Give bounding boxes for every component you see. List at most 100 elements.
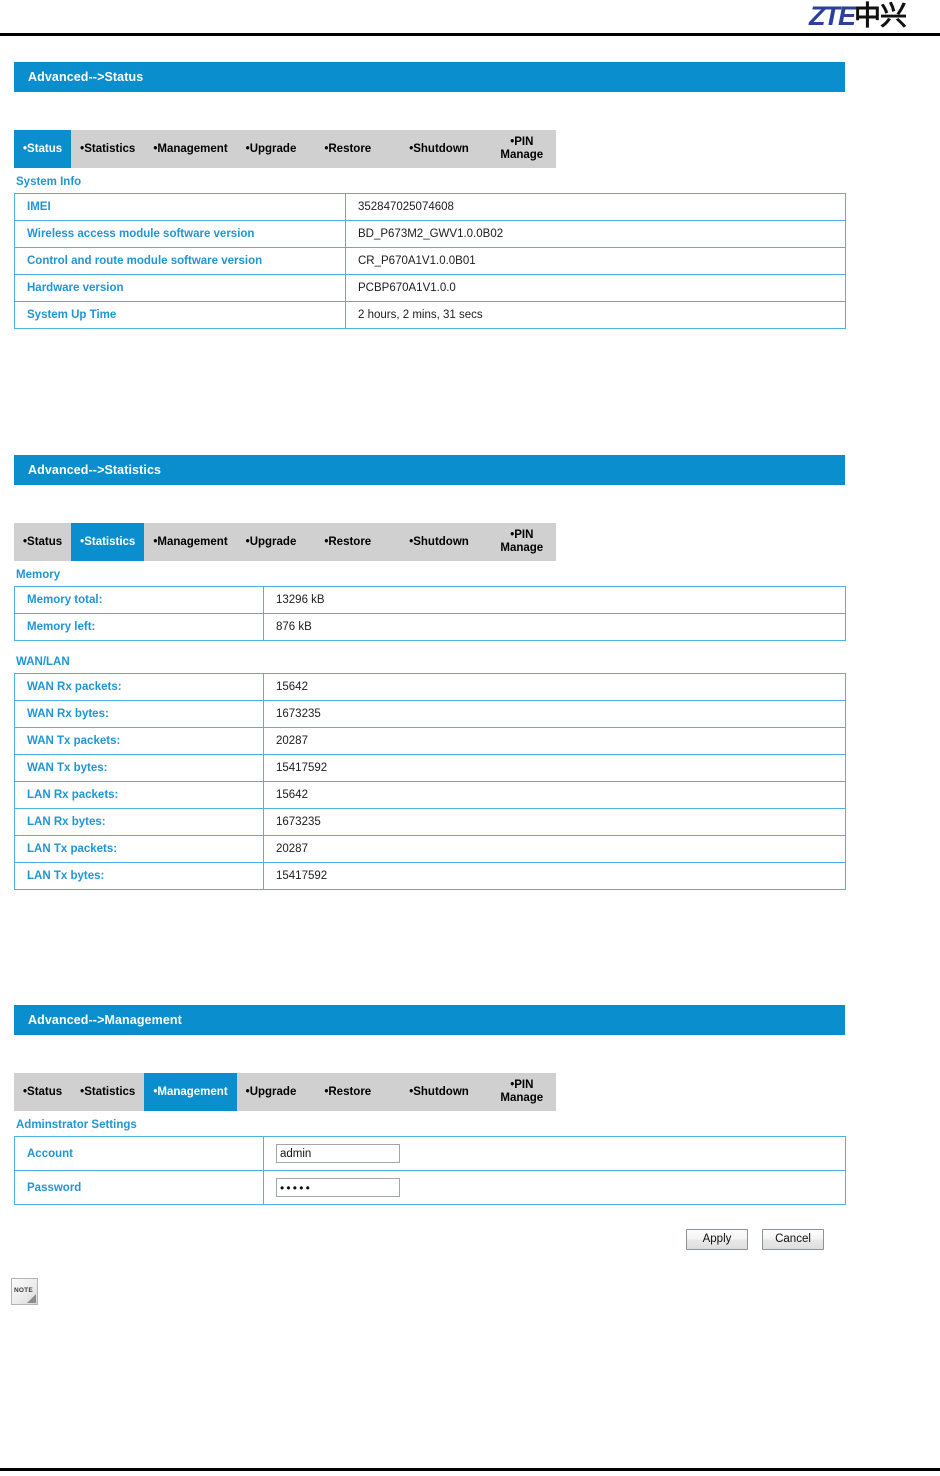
tab-restore[interactable]: •Restore <box>305 130 390 168</box>
row-key: WAN Tx bytes: <box>14 754 264 782</box>
table-row: Password <box>14 1170 846 1205</box>
tab-management[interactable]: •Management <box>144 523 236 561</box>
row-value: 2 hours, 2 mins, 31 secs <box>345 301 846 329</box>
management-title-bar: Advanced-->Management <box>14 1005 845 1035</box>
tab-statistics[interactable]: •Statistics <box>71 130 144 168</box>
row-value: 20287 <box>263 727 846 755</box>
table-row: LAN Rx packets: 15642 <box>14 781 846 809</box>
password-input[interactable] <box>276 1178 400 1197</box>
row-key: IMEI <box>14 193 346 221</box>
row-key: LAN Tx bytes: <box>14 862 264 890</box>
tab-management[interactable]: •Management <box>144 1073 237 1111</box>
system-info-table: IMEI 352847025074608 Wireless access mod… <box>14 193 846 329</box>
table-row: Hardware version PCBP670A1V1.0.0 <box>14 274 846 302</box>
row-key: Wireless access module software version <box>14 220 346 248</box>
row-value: BD_P673M2_GWV1.0.0B02 <box>345 220 846 248</box>
tab-statistics[interactable]: •Statistics <box>71 523 145 561</box>
row-key: Control and route module software versio… <box>14 247 346 275</box>
tab-restore[interactable]: •Restore <box>305 1073 390 1111</box>
row-value: 1673235 <box>263 808 846 836</box>
footer-divider-rule <box>0 1468 940 1471</box>
wanlan-label: WAN/LAN <box>16 656 70 668</box>
note-icon-label: NOTE <box>14 1287 33 1294</box>
tab-shutdown[interactable]: •Shutdown <box>390 130 488 168</box>
row-value: 1673235 <box>263 700 846 728</box>
note-fold-corner <box>27 1294 36 1303</box>
row-key: Memory left: <box>14 613 264 641</box>
wanlan-table: WAN Rx packets: 15642 WAN Rx bytes: 1673… <box>14 673 846 890</box>
row-value: PCBP670A1V1.0.0 <box>345 274 846 302</box>
tab-status[interactable]: •Status <box>14 1073 71 1111</box>
management-button-row: Apply Cancel <box>686 1229 824 1250</box>
row-value: 876 kB <box>263 613 846 641</box>
tab-status[interactable]: •Status <box>14 523 71 561</box>
row-key: WAN Tx packets: <box>14 727 264 755</box>
row-key: Memory total: <box>14 586 264 614</box>
tab-upgrade[interactable]: •Upgrade <box>237 523 306 561</box>
tab-pin-manage[interactable]: •PIN Manage <box>488 1073 556 1111</box>
tab-shutdown[interactable]: •Shutdown <box>390 1073 488 1111</box>
tab-pin-manage[interactable]: •PIN Manage <box>488 130 556 168</box>
table-row: IMEI 352847025074608 <box>14 193 846 221</box>
zte-logo-latin: ZTE <box>809 1 856 31</box>
row-value: 20287 <box>263 835 846 863</box>
table-row: WAN Tx packets: 20287 <box>14 727 846 755</box>
memory-label: Memory <box>16 569 61 581</box>
password-cell <box>263 1170 846 1205</box>
administrator-settings-label: Adminstrator Settings <box>16 1119 137 1131</box>
tab-statistics[interactable]: •Statistics <box>71 1073 144 1111</box>
cancel-button[interactable]: Cancel <box>762 1229 824 1250</box>
tab-status[interactable]: •Status <box>14 130 72 168</box>
brand-header: ZTE中兴 <box>0 0 940 33</box>
header-divider-rule <box>0 33 940 36</box>
table-row: Memory total: 13296 kB <box>14 586 846 614</box>
tab-restore[interactable]: •Restore <box>305 523 390 561</box>
table-row: WAN Rx bytes: 1673235 <box>14 700 846 728</box>
table-row: Memory left: 876 kB <box>14 613 846 641</box>
table-row: Wireless access module software version … <box>14 220 846 248</box>
administrator-settings-table: Account Password <box>14 1136 846 1205</box>
row-value: 15417592 <box>263 754 846 782</box>
tab-upgrade[interactable]: •Upgrade <box>237 130 306 168</box>
page-root: ZTE中兴 Advanced-->Status •Status •Statist… <box>0 0 940 1476</box>
table-row: Control and route module software versio… <box>14 247 846 275</box>
account-input[interactable] <box>276 1144 400 1163</box>
zte-logo-cjk: 中兴 <box>854 1 907 32</box>
row-key: LAN Tx packets: <box>14 835 264 863</box>
table-row: Account <box>14 1136 846 1171</box>
status-tabbar[interactable]: •Status •Statistics •Management •Upgrade… <box>14 130 556 168</box>
table-row: LAN Rx bytes: 1673235 <box>14 808 846 836</box>
tab-shutdown[interactable]: •Shutdown <box>390 523 488 561</box>
password-label: Password <box>14 1170 264 1205</box>
table-row: System Up Time 2 hours, 2 mins, 31 secs <box>14 301 846 329</box>
row-value: CR_P670A1V1.0.0B01 <box>345 247 846 275</box>
statistics-title-bar: Advanced-->Statistics <box>14 455 845 485</box>
zte-logo: ZTE中兴 <box>809 1 907 32</box>
statistics-tabbar[interactable]: •Status •Statistics •Management •Upgrade… <box>14 523 556 561</box>
table-row: LAN Tx packets: 20287 <box>14 835 846 863</box>
status-title-bar: Advanced-->Status <box>14 62 845 92</box>
row-key: WAN Rx bytes: <box>14 700 264 728</box>
row-key: WAN Rx packets: <box>14 673 264 701</box>
row-key: LAN Rx packets: <box>14 781 264 809</box>
apply-button[interactable]: Apply <box>686 1229 748 1250</box>
table-row: WAN Rx packets: 15642 <box>14 673 846 701</box>
row-value: 13296 kB <box>263 586 846 614</box>
table-row: WAN Tx bytes: 15417592 <box>14 754 846 782</box>
row-value: 15642 <box>263 673 846 701</box>
note-icon: NOTE <box>11 1278 38 1305</box>
tab-management[interactable]: •Management <box>144 130 236 168</box>
row-key: System Up Time <box>14 301 346 329</box>
row-key: LAN Rx bytes: <box>14 808 264 836</box>
management-tabbar[interactable]: •Status •Statistics •Management •Upgrade… <box>14 1073 556 1111</box>
row-value: 15417592 <box>263 862 846 890</box>
row-key: Hardware version <box>14 274 346 302</box>
account-label: Account <box>14 1136 264 1171</box>
tab-upgrade[interactable]: •Upgrade <box>237 1073 306 1111</box>
account-cell <box>263 1136 846 1171</box>
row-value: 352847025074608 <box>345 193 846 221</box>
memory-table: Memory total: 13296 kB Memory left: 876 … <box>14 586 846 641</box>
table-row: LAN Tx bytes: 15417592 <box>14 862 846 890</box>
system-info-label: System Info <box>16 176 82 188</box>
tab-pin-manage[interactable]: •PIN Manage <box>488 523 556 561</box>
